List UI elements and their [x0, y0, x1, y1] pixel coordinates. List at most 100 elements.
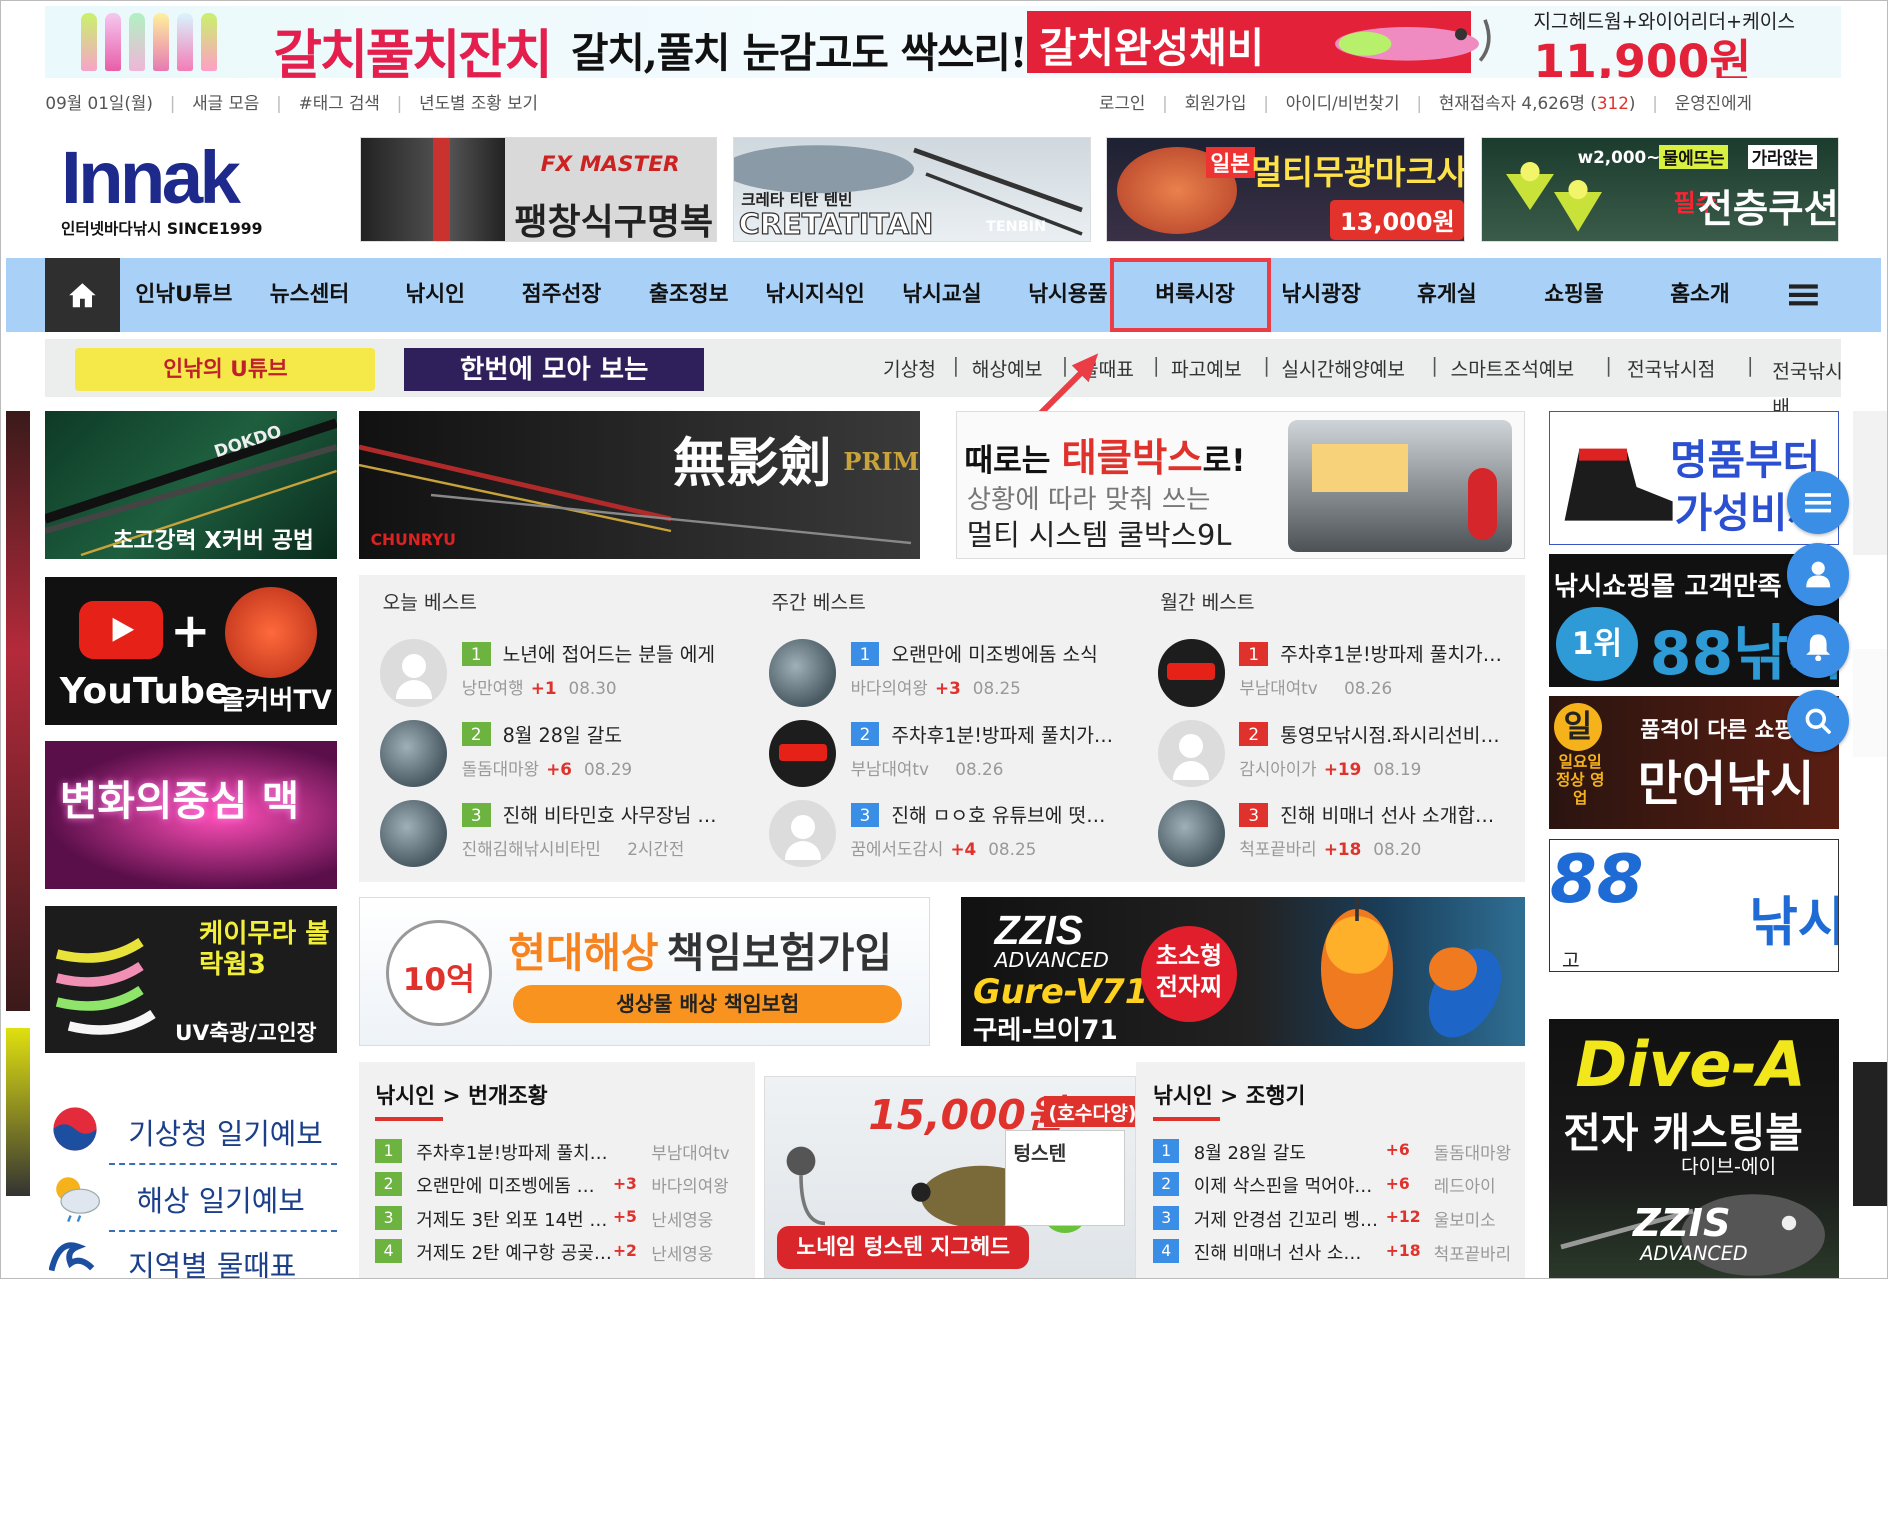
yearly-catch-link[interactable]: 년도별 조황 보기	[419, 93, 538, 113]
right-edge-strip[interactable]	[1852, 411, 1887, 556]
tag-search-link[interactable]: #태그 검색	[299, 93, 380, 113]
best-post-title[interactable]: 주차후1분!방파제 풀치가…	[891, 720, 1179, 748]
home-icon	[69, 282, 96, 307]
new-posts-link[interactable]: 새글 모음	[192, 93, 259, 113]
header-ad-cushion[interactable]: w2,000~ 물에뜨는 가라앉는 필수 전층쿠션	[1480, 136, 1840, 243]
comment-count: +6	[546, 758, 572, 779]
login-link[interactable]: 로그인	[1099, 93, 1145, 113]
link-wave-forecast[interactable]: 파고예보	[1171, 354, 1242, 382]
best-post-title[interactable]: 8월 28일 갈도	[503, 720, 791, 748]
nav-trip-info[interactable]: 출조정보	[649, 258, 728, 332]
best-item[interactable]: 3 진해 ㅁㅇ호 유튜브에 떳… 꿈에서도감시 +4 08.25	[768, 800, 1141, 872]
best-post-title[interactable]: 진해 ㅁㅇ호 유튜브에 떳…	[891, 800, 1179, 828]
post-title[interactable]: 거제도 3탄 외포 14번 …	[416, 1206, 615, 1232]
all-in-one-banner[interactable]: 한번에 모아 보는	[404, 347, 705, 391]
post-author: 부남대여tv	[651, 1142, 730, 1163]
logo-subtitle: 인터넷바다낚시 SINCE1999	[61, 219, 263, 238]
post-author: 척포끝바리	[1239, 839, 1317, 860]
nav-fishing-qa[interactable]: 낚시지식인	[765, 258, 864, 332]
hamburger-menu-icon[interactable]	[1789, 282, 1818, 313]
header-ad-lifevest[interactable]: FX MASTER 팽창식구명복	[359, 136, 718, 243]
lightning-reports-title[interactable]: 낚시인 > 번개조황	[375, 1079, 547, 1110]
nav-about[interactable]: 홈소개	[1670, 258, 1730, 332]
fab-menu-button[interactable]	[1786, 471, 1849, 534]
link-kma[interactable]: 기상청	[883, 354, 936, 382]
header-ad-line[interactable]: 일본 멀티무광마크사 13,000원	[1106, 136, 1465, 243]
nav-lounge[interactable]: 휴게실	[1417, 258, 1477, 332]
post-title[interactable]: 주차후1분!방파제 풀치가 …	[416, 1139, 615, 1165]
nav-anglers[interactable]: 낚시인	[405, 258, 465, 332]
best-post-title[interactable]: 오랜만에 미조벵에돔 소식	[891, 639, 1179, 667]
top-banner-ad[interactable]: 갈치풀치잔치 갈치,풀치 눈감고도 싹쓰리!!! 갈치완성채비 지그헤드웜+와이…	[45, 5, 1841, 78]
left-edge-ad-2[interactable]	[5, 1028, 30, 1197]
nav-innak-youtube[interactable]: 인낚U튜브	[135, 258, 232, 332]
nav-news-center[interactable]: 뉴스센터	[270, 258, 349, 332]
best-item[interactable]: 1 오랜만에 미조벵에돔 소식 바다의여왕 +3 08.25	[768, 639, 1141, 711]
best-item[interactable]: 2 8월 28일 갈도 돌돔대마왕 +6 08.29	[380, 719, 752, 792]
left-ad-dokdo[interactable]: DOKDO 초고강력 X커버 공법	[45, 411, 337, 559]
site-logo[interactable]: Innak 인터넷바다낚시 SINCE1999	[61, 139, 301, 238]
best-item[interactable]: 2 통영모낚시점.좌시리선비… 감시아이가 +19 08.19	[1157, 719, 1530, 792]
left-ad-youtube[interactable]: + YouTube 올커버TV	[45, 577, 337, 725]
trip-reports-title[interactable]: 낚시인 > 조행기	[1153, 1079, 1305, 1110]
post-date: 2시간전	[627, 839, 685, 860]
post-author: 돌돔대마왕	[1433, 1142, 1512, 1163]
fab-user-button[interactable]	[1786, 543, 1849, 606]
post-date: 08.19	[1373, 758, 1422, 779]
comment-count: +5	[612, 1208, 637, 1227]
left-edge-ad[interactable]	[5, 411, 30, 1012]
nav-fishing-gear[interactable]: 낚시용품	[1028, 258, 1107, 332]
center-ad-jighead[interactable]: 15,000원 (호수다양) 텅스텐 노네임 텅스텐 지그헤드	[764, 1076, 1137, 1279]
comment-count: +3	[612, 1174, 637, 1193]
best-item[interactable]: 1 주차후1분!방파제 풀치가… 부남대여tv 08.26	[1157, 639, 1530, 711]
innak-youtube-banner[interactable]: 인낚의 U튜브	[75, 347, 376, 391]
right-ad-dive-a[interactable]: Dive-A 전자 캐스팅볼 다이브-에이 ZZIS ADVANCED	[1549, 1018, 1840, 1279]
post-author: 꿈에서도감시	[850, 839, 944, 860]
mid-ad-tacklebox[interactable]: 때로는 태클박스로! 상황에 따라 맞춰 쓰는 멀티 시스템 쿨박스9L	[956, 411, 1525, 559]
best-post-title[interactable]: 통영모낚시점.좌시리선비…	[1280, 720, 1568, 748]
nav-fishing-square[interactable]: 낚시광장	[1281, 258, 1360, 332]
lower-ad-insurance[interactable]: 10억 현대해상 책임보험가입 생상물 배상 책임보험	[358, 897, 930, 1047]
best-post-title[interactable]: 진해 비매너 선사 소개합…	[1280, 800, 1568, 828]
home-button[interactable]	[45, 257, 120, 333]
comment-count: +6	[1385, 1140, 1410, 1159]
left-ad-kamura[interactable]: 케이무라 볼락웜3 UV축광/고인장	[45, 905, 337, 1054]
link-tackle-shops[interactable]: 전국낚시점	[1627, 354, 1715, 382]
find-account-link[interactable]: 아이디/비번찾기	[1286, 93, 1400, 113]
best-post-title[interactable]: 노년에 접어드는 분들 에게	[503, 639, 791, 667]
rank-badge: 2	[1239, 722, 1269, 747]
right-ad-88-2[interactable]: 88 낚시 고	[1549, 838, 1840, 972]
fab-notification-button[interactable]	[1786, 615, 1849, 678]
post-title[interactable]: 진해 비매너 선사 소…	[1194, 1239, 1381, 1265]
nav-fishing-class[interactable]: 낚시교실	[902, 258, 981, 332]
best-item[interactable]: 3 진해 비매너 선사 소개합… 척포끝바리 +18 08.20	[1157, 800, 1530, 872]
best-item[interactable]: 2 주차후1분!방파제 풀치가… 부남대여tv 08.26	[768, 719, 1141, 792]
header-ad-tenbin[interactable]: 크레타 티탄 텐빈 CRETATITAN TENBIN	[733, 136, 1091, 243]
post-title[interactable]: 이제 삭스핀을 먹어야되…	[1194, 1172, 1381, 1198]
nav-shopping-mall[interactable]: 쇼핑몰	[1544, 258, 1604, 332]
post-title[interactable]: 8월 28일 갈도	[1194, 1139, 1381, 1165]
best-item[interactable]: 1 노년에 접어드는 분들 에게 낭만여행 +1 08.30	[380, 639, 752, 711]
post-title[interactable]: 오랜만에 미조벵에돔 …	[416, 1172, 615, 1198]
link-smart-tide[interactable]: 스마트조석예보	[1451, 354, 1575, 382]
left-ad-maek[interactable]: 변화의중심 맥	[45, 741, 337, 889]
kma-weather-link[interactable]: 기상청 일기예보	[128, 1112, 323, 1153]
best-item[interactable]: 3 진해 비타민호 사무장님 … 진해김해낚시비타민 2시간전	[380, 800, 752, 872]
signup-link[interactable]: 회원가입	[1185, 93, 1247, 113]
mid-ad-rod[interactable]: 無影劍 PRIME CHUNRYU	[358, 411, 921, 559]
nav-shop-owners[interactable]: 점주선장	[522, 258, 601, 332]
link-realtime-marine[interactable]: 실시간해양예보	[1281, 354, 1405, 382]
boot-illustration	[1564, 448, 1673, 521]
fab-search-button[interactable]	[1786, 689, 1849, 753]
rank-badge: 3	[1239, 802, 1269, 827]
best-post-title[interactable]: 진해 비타민호 사무장님 …	[503, 800, 791, 828]
comment-count: +6	[1385, 1174, 1410, 1193]
lower-ad-float[interactable]: ZZIS ADVANCED Gure-V71 구레-브이71 초소형 전자찌	[961, 897, 1525, 1047]
post-title[interactable]: 거제도 2탄 예구항 공곶…	[416, 1239, 615, 1265]
post-title[interactable]: 거제 안경섬 긴꼬리 벵…	[1194, 1206, 1381, 1232]
rank-badge: 3	[461, 802, 491, 827]
best-post-title[interactable]: 주차후1분!방파제 풀치가…	[1280, 639, 1568, 667]
tide-table-link[interactable]: 지역별 물때표	[128, 1244, 296, 1278]
marine-weather-link[interactable]: 해상 일기예보	[137, 1179, 305, 1220]
contact-admin-link[interactable]: 운영진에게	[1675, 93, 1752, 113]
